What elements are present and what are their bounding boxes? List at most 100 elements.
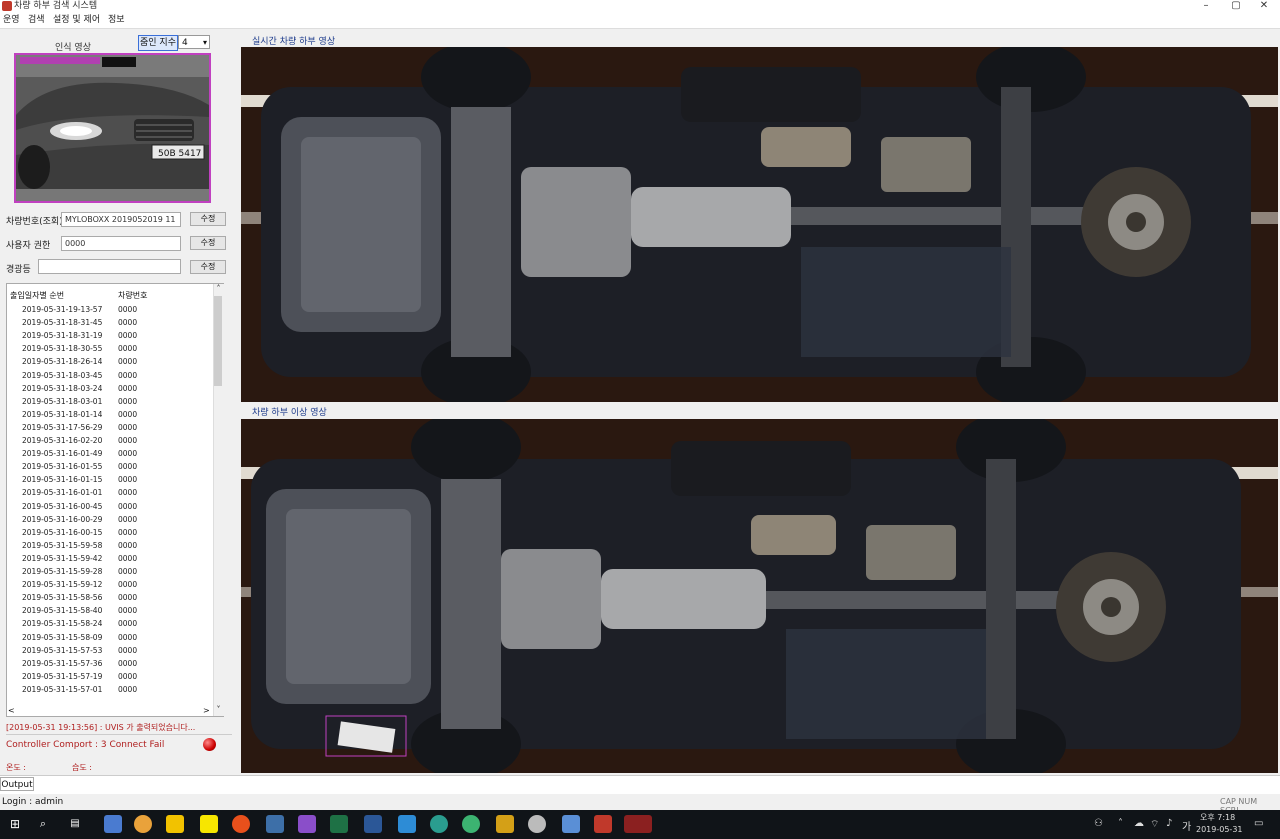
permission-edit-button[interactable]: 수정 [190,236,226,250]
list-item-plate[interactable]: 0000 [118,659,137,668]
list-item-time[interactable]: 2019-05-31-15-58-56 [22,593,102,602]
taskbar-app-icon[interactable] [562,815,580,833]
list-item-plate[interactable]: 0000 [118,488,137,497]
visual-studio-icon[interactable] [298,815,316,833]
output-tab[interactable]: Output [0,777,34,791]
firefox-icon[interactable] [232,815,250,833]
list-item-time[interactable]: 2019-05-31-15-59-42 [22,554,102,563]
taskbar-app-icon[interactable] [496,815,514,833]
list-item-plate[interactable]: 0000 [118,672,137,681]
permission-field[interactable]: 0000 [61,236,181,251]
close-button[interactable]: ✕ [1250,0,1278,12]
list-item-time[interactable]: 2019-05-31-18-31-45 [22,318,102,327]
taskbar-app-icon[interactable] [462,815,480,833]
list-item-time[interactable]: 2019-05-31-15-59-12 [22,580,102,589]
search-icon[interactable]: ⌕ [34,815,52,833]
list-item-time[interactable]: 2019-05-31-16-01-15 [22,475,102,484]
list-item-time[interactable]: 2019-05-31-18-31-19 [22,331,102,340]
list-item-time[interactable]: 2019-05-31-16-01-55 [22,462,102,471]
folder-icon[interactable] [166,815,184,833]
list-item-plate[interactable]: 0000 [118,593,137,602]
scroll-thumb[interactable] [214,296,222,386]
list-item-plate[interactable]: 0000 [118,305,137,314]
ime-icon[interactable]: 가 [1182,818,1191,833]
people-icon[interactable]: ⚇ [1094,818,1103,829]
list-item-time[interactable]: 2019-05-31-18-03-45 [22,371,102,380]
list-item-time[interactable]: 2019-05-31-16-02-20 [22,436,102,445]
list-item-plate[interactable]: 0000 [118,384,137,393]
list-item-plate[interactable]: 0000 [118,541,137,550]
list-item-plate[interactable]: 0000 [118,423,137,432]
maximize-button[interactable]: ▢ [1222,0,1250,12]
list-item-time[interactable]: 2019-05-31-16-01-01 [22,488,102,497]
zoom-select[interactable]: 4 ▾ [178,35,210,49]
warning-light-field[interactable] [38,259,181,274]
warning-light-edit-button[interactable]: 수정 [190,260,226,274]
list-item-plate[interactable]: 0000 [118,554,137,563]
chrome-icon[interactable] [134,815,152,833]
windows-start-icon[interactable]: ⊞ [6,815,24,833]
menu-operate[interactable]: 운영 [3,14,20,26]
list-item-time[interactable]: 2019-05-31-15-58-40 [22,606,102,615]
list-item-time[interactable]: 2019-05-31-16-01-49 [22,449,102,458]
list-item-time[interactable]: 2019-05-31-16-00-45 [22,502,102,511]
list-item-time[interactable]: 2019-05-31-18-03-24 [22,384,102,393]
list-item-plate[interactable]: 0000 [118,633,137,642]
menu-settings[interactable]: 설정 및 제어 [53,14,100,26]
list-item-plate[interactable]: 0000 [118,475,137,484]
list-item-plate[interactable]: 0000 [118,606,137,615]
tray-chevron-icon[interactable]: ˄ [1118,818,1123,829]
list-item-time[interactable]: 2019-05-31-15-58-24 [22,619,102,628]
word-icon[interactable] [364,815,382,833]
scroll-left-icon[interactable]: < [8,706,15,715]
list-item-time[interactable]: 2019-05-31-17-56-29 [22,423,102,432]
list-item-plate[interactable]: 0000 [118,318,137,327]
list-item-time[interactable]: 2019-05-31-15-59-58 [22,541,102,550]
list-item-time[interactable]: 2019-05-31-16-00-15 [22,528,102,537]
menu-info[interactable]: 정보 [108,14,125,26]
taskbar-app-icon[interactable] [398,815,416,833]
list-item-time[interactable]: 2019-05-31-18-30-55 [22,344,102,353]
list-item-plate[interactable]: 0000 [118,397,137,406]
list-item-time[interactable]: 2019-05-31-15-57-19 [22,672,102,681]
plate-edit-button[interactable]: 수정 [190,212,226,226]
list-item-time[interactable]: 2019-05-31-15-59-28 [22,567,102,576]
wifi-icon[interactable]: ⌔ [1150,818,1159,831]
excel-icon[interactable] [330,815,348,833]
taskbar-app-icon[interactable] [594,815,612,833]
list-item-time[interactable]: 2019-05-31-18-01-14 [22,410,102,419]
list-item-time[interactable]: 2019-05-31-18-26-14 [22,357,102,366]
notification-icon[interactable]: ▭ [1254,818,1263,829]
browser-icon[interactable] [430,815,448,833]
zoom-label[interactable]: 줌인 지수 [138,35,178,51]
scroll-right-icon[interactable]: > [203,706,210,715]
taskbar-app-icon[interactable] [266,815,284,833]
list-item-plate[interactable]: 0000 [118,646,137,655]
taskbar-app-icon[interactable] [104,815,122,833]
list-item-time[interactable]: 2019-05-31-15-58-09 [22,633,102,642]
list-item-time[interactable]: 2019-05-31-15-57-01 [22,685,102,694]
list-item-plate[interactable]: 0000 [118,436,137,445]
active-app-icon[interactable] [624,815,652,833]
minimize-button[interactable]: – [1192,0,1220,12]
list-item-time[interactable]: 2019-05-31-15-57-53 [22,646,102,655]
list-item-plate[interactable]: 0000 [118,567,137,576]
list-item-plate[interactable]: 0000 [118,515,137,524]
menu-search[interactable]: 검색 [28,14,45,26]
scroll-down-icon[interactable]: ˅ [214,705,223,715]
list-item-plate[interactable]: 0000 [118,331,137,340]
volume-icon[interactable]: ♪ [1166,818,1172,829]
list-item-plate[interactable]: 0000 [118,449,137,458]
list-item-plate[interactable]: 0000 [118,685,137,694]
list-item-plate[interactable]: 0000 [118,528,137,537]
list-item-time[interactable]: 2019-05-31-16-00-29 [22,515,102,524]
list-item-plate[interactable]: 0000 [118,410,137,419]
kakaotalk-icon[interactable] [200,815,218,833]
list-item-time[interactable]: 2019-05-31-18-03-01 [22,397,102,406]
list-item-time[interactable]: 2019-05-31-19-13-57 [22,305,102,314]
list-item-plate[interactable]: 0000 [118,371,137,380]
clock-date[interactable]: 2019-05-31 [1196,825,1243,834]
task-view-icon[interactable]: ▤ [66,815,84,833]
list-item-plate[interactable]: 0000 [118,462,137,471]
list-item-plate[interactable]: 0000 [118,357,137,366]
